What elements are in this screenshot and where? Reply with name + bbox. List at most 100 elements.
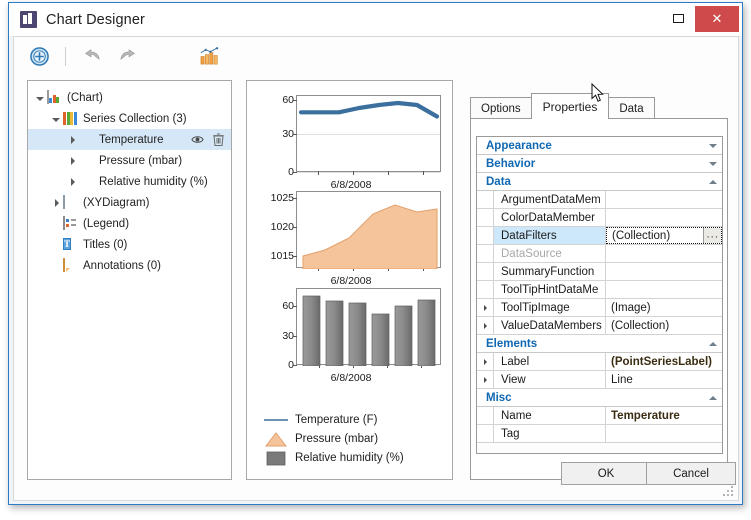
property-expander[interactable] [477, 263, 494, 280]
tree-item-icon: T [63, 238, 78, 252]
ellipsis-button[interactable]: ··· [703, 228, 721, 243]
property-expander[interactable] [477, 371, 494, 388]
tab-properties[interactable]: Properties [531, 93, 610, 119]
tree-expander[interactable] [66, 171, 79, 192]
tree-item-icon [63, 196, 78, 210]
property-value[interactable]: (Collection) ··· [606, 227, 722, 244]
tree-expander[interactable] [50, 255, 63, 276]
property-value-text: (Collection) [612, 230, 670, 242]
eye-icon[interactable] [191, 134, 204, 145]
property-row[interactable]: ToolTipImage(Image) [477, 299, 722, 317]
chart-structure-tree-panel[interactable]: (Chart)Series Collection (3)TemperatureP… [27, 80, 232, 480]
property-expander[interactable] [477, 425, 494, 442]
plot-area-line: 60 30 0 [296, 95, 441, 172]
chart-preview-panel: 60 30 0 6/8/2008 1025 [246, 80, 453, 480]
property-value[interactable] [606, 425, 722, 442]
add-series-button[interactable] [26, 44, 52, 70]
property-expander[interactable] [477, 299, 494, 316]
property-row[interactable]: SummaryFunction [477, 263, 722, 281]
window-controls: ✕ [661, 3, 742, 36]
close-button[interactable]: ✕ [695, 6, 739, 32]
chevron-right-icon [484, 377, 487, 383]
property-row[interactable]: ArgumentDataMem [477, 191, 722, 209]
tree-expander[interactable] [50, 234, 63, 255]
property-row[interactable]: DataFilters(Collection)··· [477, 227, 722, 245]
property-expander[interactable] [477, 245, 494, 262]
property-value[interactable]: (PointSeriesLabel) [606, 353, 722, 370]
tree-expander[interactable] [34, 87, 47, 108]
tree-item[interactable]: TTitles (0) [28, 234, 231, 255]
tree-item[interactable]: Relative humidity (%) [28, 171, 231, 192]
tree-item[interactable]: Temperature [28, 129, 231, 150]
property-expander[interactable] [477, 191, 494, 208]
resize-grip[interactable] [723, 486, 735, 498]
bar-series-humidity [297, 289, 442, 366]
trash-icon[interactable] [213, 133, 224, 146]
property-category-appearance[interactable]: Appearance [477, 137, 722, 155]
property-expander[interactable] [477, 353, 494, 370]
property-expander[interactable] [477, 407, 494, 424]
property-value[interactable]: Temperature [606, 407, 722, 424]
property-value[interactable]: (Collection) [606, 317, 722, 334]
property-row[interactable]: Label(PointSeriesLabel) [477, 353, 722, 371]
tree-item[interactable]: Annotations (0) [28, 255, 231, 276]
tab-options[interactable]: Options [470, 97, 532, 119]
property-category-elements[interactable]: Elements [477, 335, 722, 353]
tab-data[interactable]: Data [608, 97, 654, 119]
tree-item[interactable]: (XYDiagram) [28, 192, 231, 213]
property-row[interactable]: ColorDataMember [477, 209, 722, 227]
chevron-down-icon[interactable] [709, 144, 717, 148]
property-value[interactable]: Line [606, 371, 722, 388]
chart-wizard-button[interactable] [196, 44, 222, 70]
chevron-up-icon[interactable] [709, 396, 717, 400]
tree-item[interactable]: (Chart) [28, 87, 231, 108]
property-category-misc[interactable]: Misc [477, 389, 722, 407]
property-row[interactable]: DataSource [477, 245, 722, 263]
redo-button[interactable] [116, 44, 142, 70]
property-value[interactable]: (Image) [606, 299, 722, 316]
ok-button[interactable]: OK [561, 462, 651, 485]
tree-expander[interactable] [50, 192, 63, 213]
chevron-up-icon[interactable] [709, 342, 717, 346]
tab-label: Properties [543, 100, 598, 114]
tree-expander[interactable] [50, 213, 63, 234]
undo-button[interactable] [78, 44, 104, 70]
property-row[interactable]: ValueDataMembers (Collection) [477, 317, 722, 335]
restore-button[interactable] [661, 6, 695, 31]
property-value[interactable] [606, 263, 722, 280]
tree-expander[interactable] [66, 129, 79, 150]
property-expander[interactable] [477, 209, 494, 226]
property-expander[interactable] [477, 281, 494, 298]
line-series-temperature [297, 96, 442, 173]
property-row[interactable]: ViewLine [477, 371, 722, 389]
property-name: ValueDataMembers [494, 317, 606, 334]
tree-item[interactable]: (Legend) [28, 213, 231, 234]
property-value-text: (Collection) [611, 320, 669, 332]
tree-expander[interactable] [66, 150, 79, 171]
property-category-data[interactable]: Data [477, 173, 722, 191]
chevron-down-icon[interactable] [709, 162, 717, 166]
property-value[interactable] [606, 245, 722, 262]
chevron-up-icon[interactable] [709, 180, 717, 184]
property-value-text: (Image) [611, 302, 651, 314]
property-value[interactable] [606, 191, 722, 208]
property-category-behavior[interactable]: Behavior [477, 155, 722, 173]
cancel-button[interactable]: Cancel [646, 462, 736, 485]
property-value[interactable] [606, 209, 722, 226]
tree-item[interactable]: Series Collection (3) [28, 108, 231, 129]
property-row[interactable]: ToolTipHintDataMe [477, 281, 722, 299]
property-expander[interactable] [477, 227, 494, 244]
legend-entry: Temperature (F) [263, 411, 443, 429]
property-value[interactable] [606, 281, 722, 298]
property-grid[interactable]: AppearanceBehaviorDataArgumentDataMemCol… [476, 136, 723, 454]
tree-item[interactable]: Pressure (mbar) [28, 150, 231, 171]
title-bar: Chart Designer ✕ [9, 3, 742, 36]
tree-expander[interactable] [50, 108, 63, 129]
tab-page-properties: AppearanceBehaviorDataArgumentDataMemCol… [470, 118, 728, 480]
undo-arrow-icon [81, 48, 101, 65]
property-row[interactable]: NameTemperature [477, 407, 722, 425]
area-series-pressure [297, 192, 442, 269]
tree-item-actions [191, 129, 224, 150]
property-expander[interactable] [477, 317, 494, 334]
property-row[interactable]: Tag [477, 425, 722, 443]
